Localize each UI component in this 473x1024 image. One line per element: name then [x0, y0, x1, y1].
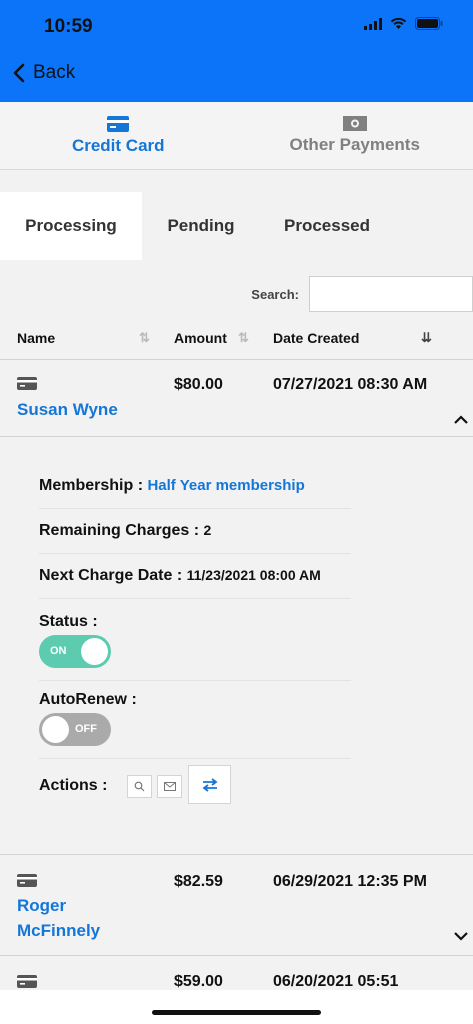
next-charge-label: Next Charge Date : — [39, 567, 183, 584]
toggle-knob — [81, 638, 108, 665]
battery-icon — [415, 17, 443, 30]
signal-icon — [364, 17, 382, 30]
search-label: Search: — [251, 286, 299, 302]
date-created: 06/29/2021 12:35 PM — [273, 873, 427, 890]
credit-card-icon — [17, 377, 37, 390]
divider — [39, 680, 351, 681]
chevron-down-icon[interactable] — [453, 931, 469, 941]
exchange-icon — [202, 777, 217, 792]
search-action-button[interactable] — [127, 775, 152, 798]
remaining-charges-label: Remaining Charges : — [39, 522, 200, 539]
payment-type-tabs: Credit Card Other Payments — [0, 102, 473, 170]
table-row[interactable]: Roger McFinnely $82.59 06/29/2021 12:35 … — [0, 856, 473, 956]
home-indicator-area — [0, 990, 473, 1024]
tab-other-payments[interactable]: Other Payments — [237, 102, 473, 169]
status-label: Status : — [39, 613, 98, 630]
system-icons — [364, 17, 443, 30]
magnifier-icon — [134, 781, 145, 792]
search-input[interactable] — [309, 276, 473, 312]
actions-label: Actions : — [39, 777, 108, 794]
status-toggle-label: ON — [50, 645, 67, 657]
customer-name-first[interactable]: Roger — [17, 893, 66, 918]
cash-icon — [342, 116, 367, 131]
date-created: 07/27/2021 08:30 AM — [273, 376, 428, 393]
amount: $82.59 — [174, 873, 223, 890]
remaining-charges-value: 2 — [203, 522, 212, 538]
customer-name[interactable]: Susan Wyne — [17, 397, 118, 422]
transfer-action-button[interactable] — [188, 765, 231, 804]
remaining-charges-line: Remaining Charges : 2 — [39, 522, 211, 540]
sort-unsorted-icon[interactable]: ⇅ — [139, 330, 150, 346]
chevron-left-icon — [13, 63, 25, 83]
tab-processing[interactable]: Processing — [0, 192, 142, 260]
tab-credit-card[interactable]: Credit Card — [0, 102, 237, 169]
column-name[interactable]: Name — [17, 330, 55, 346]
next-charge-value: 11/23/2021 08:00 AM — [186, 567, 321, 583]
tab-pending[interactable]: Pending — [142, 192, 260, 260]
table-row[interactable]: $59.00 06/20/2021 05:51 — [0, 957, 473, 991]
envelope-icon — [163, 782, 176, 791]
autorenew-label: AutoRenew : — [39, 691, 137, 708]
header: 10:59 Back — [0, 0, 473, 102]
toggle-knob — [42, 716, 69, 743]
back-label: Back — [33, 62, 76, 83]
tab-processed[interactable]: Processed — [260, 192, 394, 260]
email-action-button[interactable] — [157, 775, 182, 798]
amount: $80.00 — [174, 376, 223, 393]
divider — [39, 553, 351, 554]
tab-other-payments-label: Other Payments — [289, 135, 420, 154]
sort-unsorted-icon[interactable]: ⇅ — [238, 330, 249, 346]
next-charge-line: Next Charge Date : 11/23/2021 08:00 AM — [39, 567, 321, 585]
back-button[interactable]: Back — [12, 62, 75, 84]
status-tabs: Processing Pending Processed — [0, 192, 473, 260]
credit-card-icon — [107, 115, 130, 132]
tab-credit-card-label: Credit Card — [71, 135, 165, 155]
autorenew-toggle[interactable]: OFF — [39, 713, 111, 746]
row-details: Membership : Half Year membership Remain… — [0, 437, 473, 855]
status-toggle[interactable]: ON — [39, 635, 111, 668]
sort-descending-icon[interactable]: ⇊ — [421, 330, 432, 346]
customer-name-last[interactable]: McFinnely — [17, 918, 100, 943]
status-time: 10:59 — [44, 16, 93, 37]
chevron-up-icon[interactable] — [453, 415, 469, 425]
search-row: Search: — [251, 276, 473, 312]
membership-value[interactable]: Half Year membership — [147, 477, 304, 494]
home-indicator[interactable] — [152, 1010, 321, 1015]
table-row[interactable]: Susan Wyne $80.00 07/27/2021 08:30 AM — [0, 361, 473, 437]
membership-label: Membership : — [39, 477, 144, 494]
divider — [39, 598, 351, 599]
divider — [39, 758, 351, 759]
column-date-created[interactable]: Date Created — [273, 330, 359, 346]
membership-line: Membership : Half Year membership — [39, 477, 305, 495]
credit-card-icon — [17, 975, 37, 988]
autorenew-toggle-label: OFF — [75, 723, 97, 735]
wifi-icon — [390, 17, 407, 29]
credit-card-icon — [17, 874, 37, 887]
table-header: Name ⇅ Amount ⇅ Date Created ⇊ — [0, 316, 473, 360]
amount: $59.00 — [174, 973, 223, 990]
divider — [39, 508, 351, 509]
column-amount[interactable]: Amount — [174, 330, 227, 346]
